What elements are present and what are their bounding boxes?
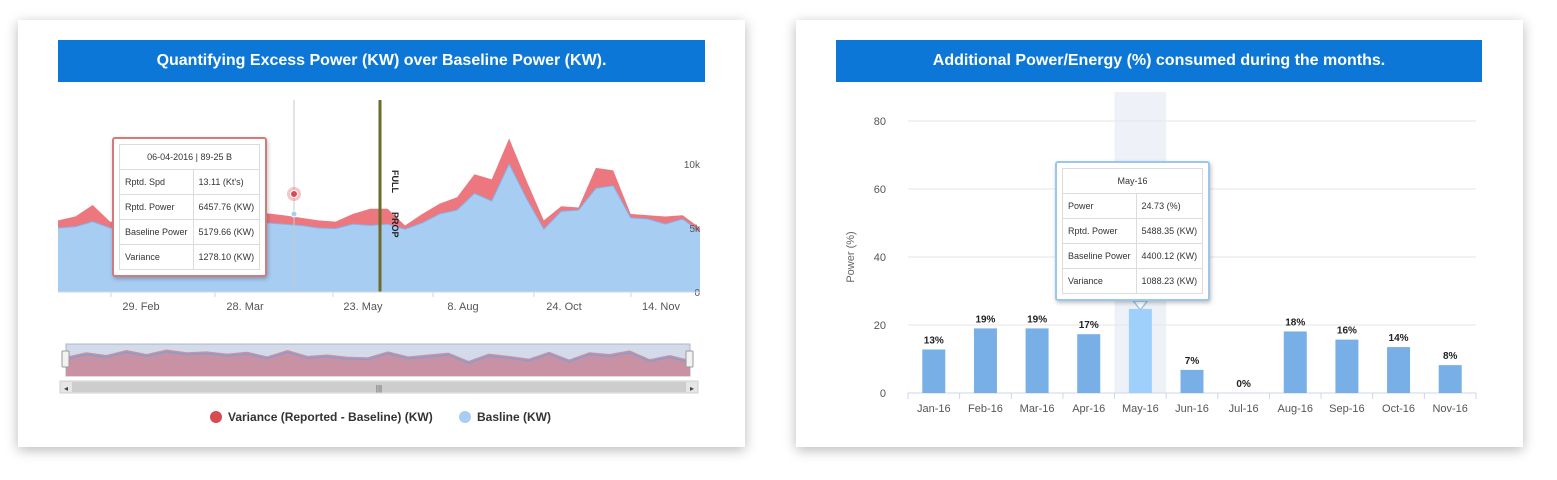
data-label: 19% xyxy=(1027,314,1047,325)
x-tick-label: Mar-16 xyxy=(1020,403,1055,415)
data-label: 14% xyxy=(1389,333,1409,344)
navigator-handle-left xyxy=(61,350,70,368)
bar-tooltip: May-16 Power 24.73 (%) Rptd. Power 5488.35… xyxy=(1055,161,1211,301)
data-label: 18% xyxy=(1285,317,1305,328)
bar xyxy=(1180,369,1204,393)
x-tick-label: Jan-16 xyxy=(917,403,951,415)
x-tick-label: 8. Aug xyxy=(447,301,478,313)
tooltip-header: 06-04-2016 | 89-25 B xyxy=(118,144,261,170)
y-tick-label: 0 xyxy=(694,288,700,299)
excess-power-card: Quantifying Excess Power (KW) over Basel… xyxy=(18,20,745,447)
x-tick-label: Aug-16 xyxy=(1278,403,1313,415)
data-label: 17% xyxy=(1079,320,1099,331)
x-tick-label: 23. May xyxy=(343,301,383,313)
bar xyxy=(1438,365,1462,393)
y-tick-label: 80 xyxy=(874,116,886,128)
tooltip-row: Rptd. Power 6457.76 (KW) xyxy=(119,194,261,220)
legend-label: Variance (Reported - Baseline) (KW) xyxy=(228,410,433,424)
bar xyxy=(922,349,946,393)
y-axis-label: Power (%) xyxy=(845,231,857,282)
bar xyxy=(973,328,997,393)
tooltip-header: May-16 xyxy=(1061,168,1204,194)
x-tick-label: 14. Nov xyxy=(642,301,680,313)
scrollbar-grip: ||| xyxy=(376,384,382,393)
tooltip-row: Variance 1088.23 (KW) xyxy=(1062,268,1204,294)
hover-point-baseline xyxy=(290,210,298,218)
x-tick-label: 24. Oct xyxy=(546,301,581,313)
data-label: 0% xyxy=(1236,379,1251,390)
scroll-left-arrow: ◂ xyxy=(64,384,68,393)
x-tick-label: May-16 xyxy=(1122,403,1159,415)
tooltip-row: Baseline Power 5179.66 (KW) xyxy=(119,219,261,245)
bar xyxy=(1128,308,1152,393)
plot-band-label: FULL xyxy=(390,170,400,193)
legend-label: Basline (KW) xyxy=(477,410,552,424)
monthly-power-card: Additional Power/Energy (%) consumed dur… xyxy=(796,20,1523,447)
y-tick-label: 40 xyxy=(874,252,886,264)
x-tick-label: Oct-16 xyxy=(1382,403,1415,415)
x-tick-label: Apr-16 xyxy=(1072,403,1105,415)
x-tick-label: Feb-16 xyxy=(968,403,1003,415)
navigator-handle-right xyxy=(685,350,694,368)
data-label: 8% xyxy=(1443,351,1458,362)
y-tick-label: 0 xyxy=(880,388,886,400)
data-label: 19% xyxy=(975,314,995,325)
x-tick-label: Jun-16 xyxy=(1175,403,1209,415)
hover-point xyxy=(290,190,298,198)
x-tick-label: Sep-16 xyxy=(1329,403,1364,415)
x-tick-label: Jul-16 xyxy=(1229,403,1259,415)
tooltip-row: Baseline Power 4400.12 (KW) xyxy=(1062,243,1204,269)
plot-band-label: PROP xyxy=(390,212,400,238)
data-label: 13% xyxy=(924,335,944,346)
x-tick-label: 29. Feb xyxy=(122,301,159,313)
y-tick-label: 5k xyxy=(689,224,701,235)
tooltip-row: Rptd. Spd 13.11 (Kt's) xyxy=(119,169,261,195)
bar xyxy=(1077,334,1101,393)
bar xyxy=(1025,328,1049,393)
navigator-mask xyxy=(66,344,690,376)
area-tooltip: 06-04-2016 | 89-25 B Rptd. Spd 13.11 (Kt'… xyxy=(112,137,268,277)
legend-item-variance[interactable]: Variance (Reported - Baseline) (KW) xyxy=(210,410,433,424)
data-label: 7% xyxy=(1185,356,1200,367)
tooltip-row: Power 24.73 (%) xyxy=(1062,193,1204,219)
x-tick-label: Nov-16 xyxy=(1432,403,1467,415)
bar xyxy=(1335,339,1359,393)
legend-marker xyxy=(459,411,471,423)
tooltip-row: Rptd. Power 5488.35 (KW) xyxy=(1062,218,1204,244)
y-tick-label: 10k xyxy=(684,160,701,171)
y-tick-label: 20 xyxy=(874,320,886,332)
legend-item-baseline[interactable]: Basline (KW) xyxy=(459,410,551,424)
bar xyxy=(1387,347,1411,393)
scroll-right-arrow: ▸ xyxy=(690,384,694,393)
x-tick-label: 28. Mar xyxy=(226,301,264,313)
y-tick-label: 60 xyxy=(874,184,886,196)
tooltip-row: Variance 1278.10 (KW) xyxy=(119,244,261,270)
bar xyxy=(1283,331,1307,393)
legend-marker xyxy=(210,411,222,423)
data-label: 16% xyxy=(1337,326,1357,337)
